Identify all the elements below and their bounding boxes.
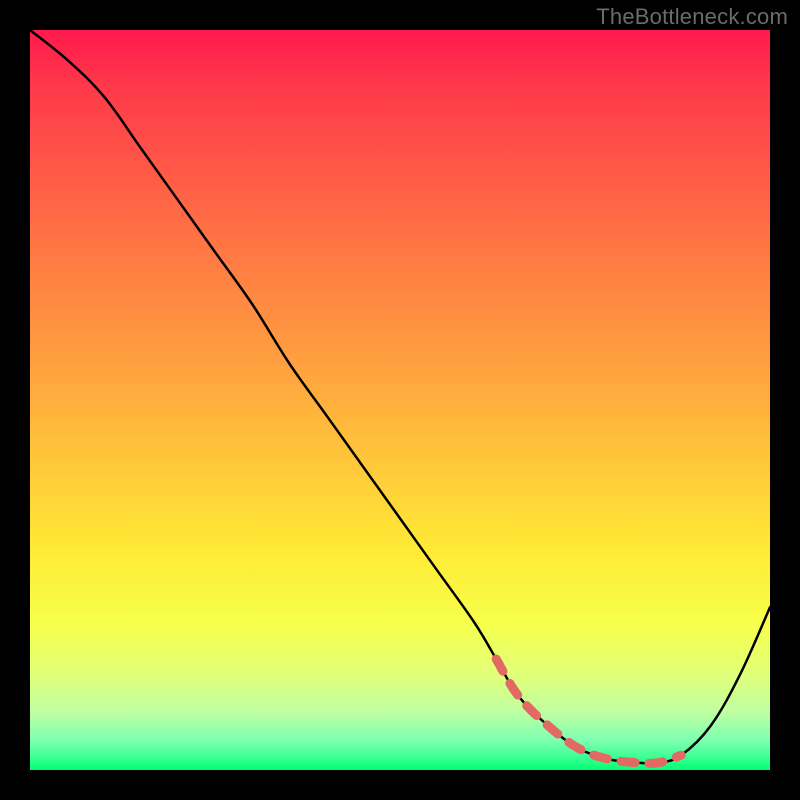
plot-area xyxy=(30,30,770,770)
optimal-region-dashes xyxy=(496,659,681,763)
chart-svg xyxy=(30,30,770,770)
chart-frame: TheBottleneck.com xyxy=(0,0,800,800)
bottleneck-curve-line xyxy=(30,30,770,763)
watermark-text: TheBottleneck.com xyxy=(596,4,788,30)
